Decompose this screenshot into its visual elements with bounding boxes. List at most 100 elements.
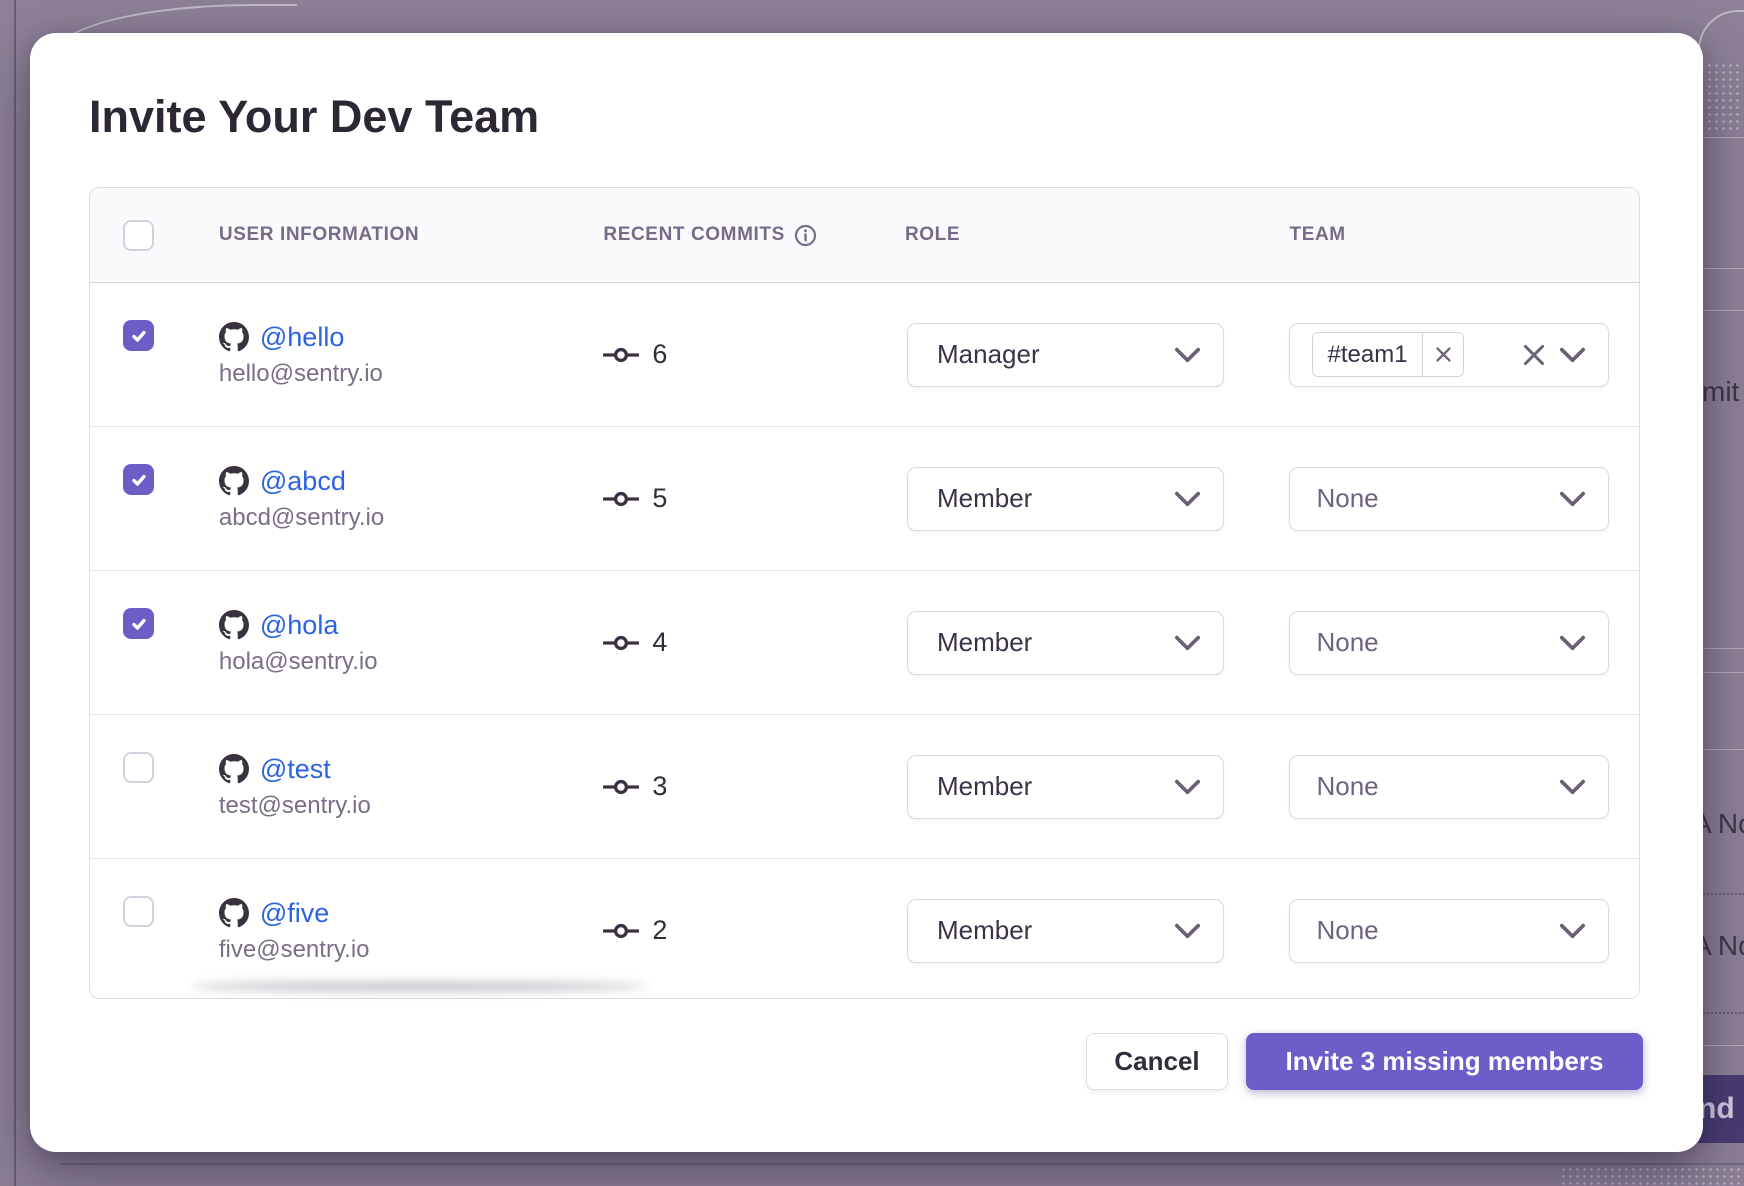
recent-commits-cell: 4 [603, 571, 905, 714]
git-commit-icon [603, 921, 639, 941]
git-commit-icon [603, 633, 639, 653]
team-cell: None [1289, 571, 1639, 714]
role-cell: Member [905, 715, 1290, 858]
table-row: @abcd abcd@sentry.io 5 Member None [90, 427, 1639, 571]
github-username-link[interactable]: @hola [260, 610, 338, 641]
team-select-value: None [1290, 771, 1378, 802]
user-info-cell: @hello hello@sentry.io [219, 283, 604, 426]
git-commit-icon [603, 777, 639, 797]
row-checkbox[interactable] [123, 464, 154, 495]
role-select[interactable]: Member [907, 899, 1224, 963]
github-icon [219, 898, 249, 928]
github-username-link[interactable]: @abcd [260, 466, 346, 497]
background-row-divider [1700, 137, 1744, 138]
row-checkbox[interactable] [123, 752, 154, 783]
row-checkbox-cell [90, 283, 219, 426]
github-username-link[interactable]: @five [260, 898, 329, 929]
column-header-team: TEAM [1289, 224, 1345, 246]
team-select[interactable]: None [1289, 755, 1609, 819]
role-select[interactable]: Member [907, 611, 1224, 675]
user-email: abcd@sentry.io [219, 504, 604, 532]
modal-footer: Cancel Invite 3 missing members [1086, 1033, 1643, 1090]
row-checkbox[interactable] [123, 320, 154, 351]
background-sidebar-edge [14, 0, 16, 1186]
chevron-down-icon [1174, 491, 1201, 507]
user-line: @test [219, 754, 604, 785]
user-email: test@sentry.io [219, 792, 604, 820]
commit-count: 2 [652, 915, 667, 946]
row-checkbox[interactable] [123, 896, 154, 927]
role-cell: Manager [905, 283, 1290, 426]
row-checkbox-cell [90, 715, 219, 858]
team-select[interactable]: #team1 [1289, 323, 1609, 387]
row-checkbox-cell [90, 859, 219, 999]
user-info-cell: @abcd abcd@sentry.io [219, 427, 604, 570]
table-header-row: USER INFORMATION RECENT COMMITS ROLE TEA… [90, 188, 1639, 283]
git-commit-icon [603, 345, 639, 365]
recent-commits-cell: 2 [603, 859, 905, 999]
background-row-divider [1700, 749, 1744, 750]
info-icon[interactable] [794, 224, 817, 247]
table-row: @hola hola@sentry.io 4 Member None [90, 571, 1639, 715]
invite-members-button[interactable]: Invite 3 missing members [1246, 1033, 1643, 1090]
background-text-fragment: mit [1702, 376, 1739, 408]
background-row-divider [1700, 310, 1744, 311]
role-select[interactable]: Member [907, 755, 1224, 819]
user-line: @hello [219, 322, 604, 353]
commit-count: 5 [652, 483, 667, 514]
check-icon [130, 327, 148, 345]
role-select-value: Manager [908, 339, 1040, 370]
chevron-down-icon [1559, 635, 1586, 651]
user-line: @hola [219, 610, 604, 641]
invite-dev-team-modal: Invite Your Dev Team USER INFORMATION RE… [30, 33, 1703, 1152]
team-cell: None [1289, 859, 1639, 999]
column-header-user: USER INFORMATION [219, 224, 604, 246]
header-role-cell: ROLE [905, 224, 1290, 246]
header-user-cell: USER INFORMATION [219, 224, 604, 246]
team-select-value: None [1290, 627, 1378, 658]
role-select-value: Member [908, 627, 1032, 658]
team-select[interactable]: None [1289, 899, 1609, 963]
team-select[interactable]: None [1289, 467, 1609, 531]
recent-commits-cell: 3 [603, 715, 905, 858]
background-row-divider [1700, 1012, 1744, 1014]
role-cell: Member [905, 427, 1290, 570]
header-checkbox-cell [90, 220, 219, 251]
background-row-divider [1700, 1045, 1744, 1046]
clear-team-icon[interactable] [1522, 343, 1546, 367]
role-select[interactable]: Member [907, 467, 1224, 531]
background-row-divider [1700, 893, 1744, 895]
column-header-commits-label: RECENT COMMITS [603, 224, 785, 246]
commit-count: 6 [652, 339, 667, 370]
team-select-value: None [1290, 915, 1378, 946]
chevron-down-icon [1174, 347, 1201, 363]
commit-count: 3 [652, 771, 667, 802]
user-info-cell: @hola hola@sentry.io [219, 571, 604, 714]
remove-team-icon[interactable] [1423, 333, 1463, 376]
team-select-value: None [1290, 483, 1378, 514]
cancel-button[interactable]: Cancel [1086, 1033, 1228, 1090]
table-row: @test test@sentry.io 3 Member None [90, 715, 1639, 859]
chevron-down-icon [1174, 779, 1201, 795]
select-all-checkbox[interactable] [123, 220, 154, 251]
commit-count: 4 [652, 627, 667, 658]
github-icon [219, 322, 249, 352]
row-checkbox[interactable] [123, 608, 154, 639]
table-body: @hello hello@sentry.io 6 Manager [90, 283, 1639, 999]
background-page-edge [60, 1163, 1744, 1165]
table-row: @hello hello@sentry.io 6 Manager [90, 283, 1639, 427]
chevron-down-icon [1174, 923, 1201, 939]
team-select[interactable]: None [1289, 611, 1609, 675]
row-checkbox-cell [90, 427, 219, 570]
user-line: @abcd [219, 466, 604, 497]
background-dot-texture [1706, 62, 1742, 132]
team-chip-label: #team1 [1313, 333, 1421, 376]
chevron-down-icon [1559, 923, 1586, 939]
background-row-divider [1700, 268, 1744, 269]
user-email: hola@sentry.io [219, 648, 604, 676]
role-select[interactable]: Manager [907, 323, 1224, 387]
github-username-link[interactable]: @hello [260, 322, 344, 353]
recent-commits-cell: 5 [603, 427, 905, 570]
github-username-link[interactable]: @test [260, 754, 331, 785]
git-commit-icon [603, 489, 639, 509]
